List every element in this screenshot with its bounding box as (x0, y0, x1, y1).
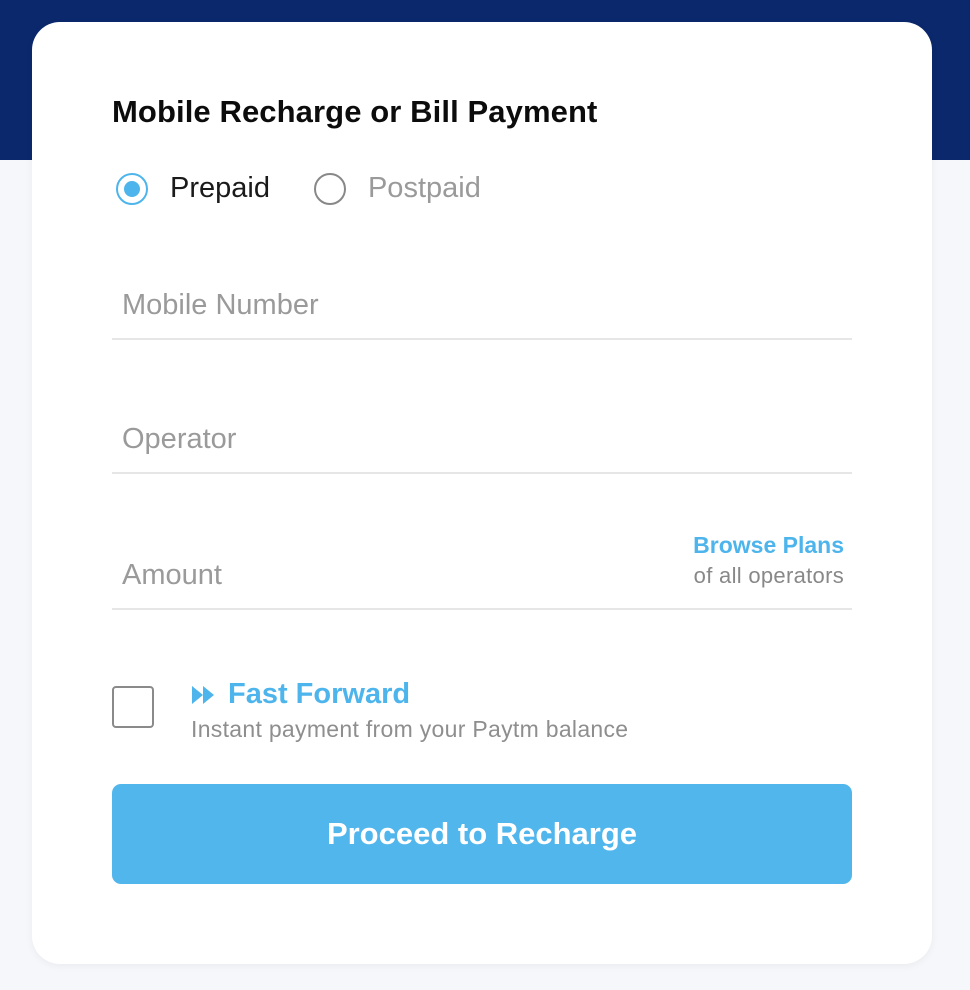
amount-input[interactable] (112, 559, 612, 592)
amount-field: Browse Plans of all operators (112, 532, 852, 610)
radio-postpaid[interactable]: Postpaid (313, 172, 481, 205)
radio-prepaid-label[interactable]: Prepaid (170, 172, 270, 205)
browse-plans-link[interactable]: Browse Plans (693, 532, 844, 559)
operator-field (112, 420, 852, 474)
fast-forward-subtitle: Instant payment from your Paytm balance (191, 716, 629, 742)
fast-forward-label: Fast Forward (228, 678, 411, 710)
mobile-number-input[interactable] (112, 289, 852, 322)
mobile-number-field (112, 284, 852, 340)
radio-selected-dot (124, 180, 140, 197)
browse-plans: Browse Plans of all operators (693, 532, 844, 589)
radio-postpaid-label[interactable]: Postpaid (368, 172, 481, 205)
recharge-card: Mobile Recharge or Bill Payment Prepaid … (32, 22, 932, 964)
proceed-to-recharge-button[interactable]: Proceed to Recharge (112, 784, 852, 884)
form-title: Mobile Recharge or Bill Payment (112, 94, 598, 129)
plan-type-radio-group: Prepaid Postpaid (116, 172, 525, 205)
fast-forward-checkbox[interactable] (112, 686, 154, 728)
radio-prepaid[interactable]: Prepaid (116, 172, 270, 205)
fast-forward-icon (192, 685, 214, 704)
radio-prepaid-circle[interactable] (116, 172, 148, 205)
operator-input[interactable] (112, 423, 852, 456)
radio-postpaid-circle[interactable] (313, 172, 346, 205)
browse-plans-subtext: of all operators (693, 563, 844, 588)
fast-forward-title: Fast Forward (190, 678, 410, 711)
